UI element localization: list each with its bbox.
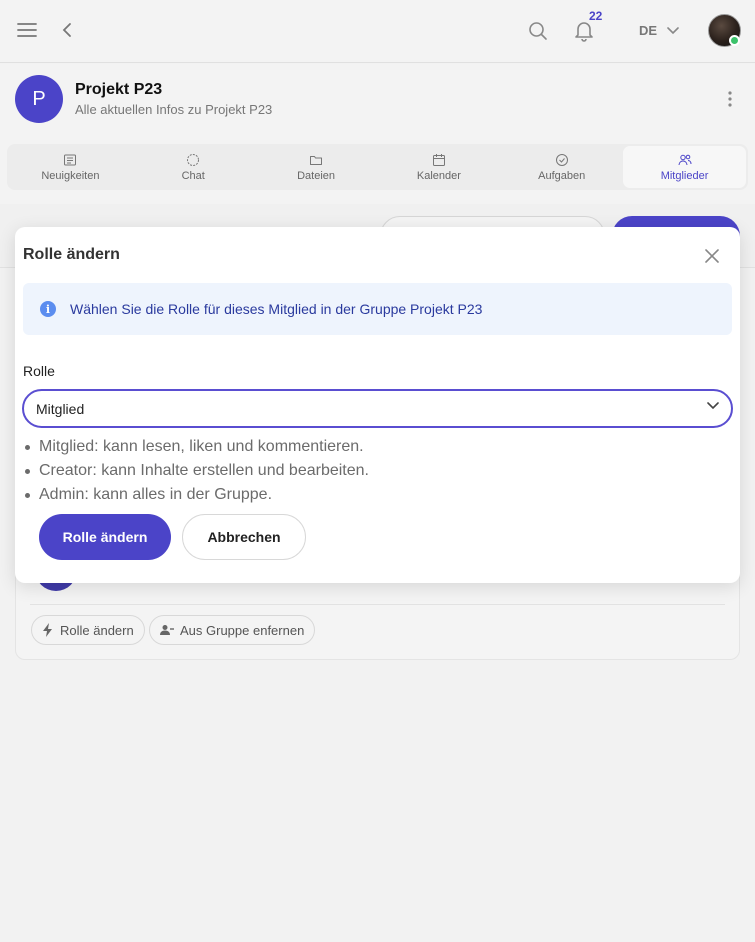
chip-label: Aus Gruppe enfernen <box>180 622 305 638</box>
task-check-icon <box>555 153 568 166</box>
list-item: Admin: kann alles in der Gruppe. <box>25 483 369 507</box>
tab-mitglieder[interactable]: Mitglieder <box>623 146 746 188</box>
online-status-dot <box>729 35 740 46</box>
language-select[interactable]: DE <box>639 23 679 38</box>
group-title: Projekt P23 <box>75 81 163 98</box>
group-header: P Projekt P23 Alle aktuellen Infos zu Pr… <box>0 64 755 204</box>
chat-icon <box>187 153 200 166</box>
notification-badge: 22 <box>589 9 603 23</box>
tab-label: Aufgaben <box>538 169 586 182</box>
back-icon[interactable] <box>56 18 78 42</box>
dialog-title: Rolle ändern <box>23 246 120 263</box>
change-role-chip[interactable]: Rolle ändern <box>31 615 145 645</box>
calendar-icon <box>432 153 445 166</box>
role-descriptions: Mitglied: kann lesen, liken und kommenti… <box>25 435 369 507</box>
tab-label: Dateien <box>297 169 336 182</box>
role-select-value: Mitglied <box>36 400 85 417</box>
menu-icon[interactable] <box>14 17 40 43</box>
group-avatar: P <box>15 75 63 123</box>
language-label: DE <box>639 23 658 38</box>
more-options-icon[interactable] <box>720 88 740 110</box>
cancel-button[interactable]: Abbrechen <box>182 514 306 560</box>
members-icon <box>678 154 692 165</box>
chevron-down-icon <box>707 402 719 410</box>
group-tabs: Neuigkeiten Chat Dateien Kalender Aufgab… <box>7 144 748 190</box>
close-icon[interactable] <box>701 245 723 267</box>
tab-neuigkeiten[interactable]: Neuigkeiten <box>9 146 132 188</box>
folder-icon <box>310 155 323 165</box>
newspaper-icon <box>64 154 77 165</box>
tab-dateien[interactable]: Dateien <box>255 146 378 188</box>
role-field-label: Rolle <box>23 363 55 379</box>
group-subtitle: Alle aktuellen Infos zu Projekt P23 <box>75 102 273 117</box>
change-role-dialog: Rolle ändern i Wählen Sie die Rolle für … <box>15 227 740 583</box>
chevron-down-icon <box>667 26 679 34</box>
info-icon: i <box>40 301 56 317</box>
search-icon[interactable] <box>525 18 551 44</box>
remove-from-group-chip[interactable]: Aus Gruppe enfernen <box>149 615 316 645</box>
list-item: Creator: kann Inhalte erstellen und bear… <box>25 459 369 483</box>
tab-label: Chat <box>181 169 205 182</box>
tab-aufgaben[interactable]: Aufgaben <box>500 146 623 188</box>
info-alert: i Wählen Sie die Rolle für dieses Mitgli… <box>23 283 732 335</box>
tab-label: Neuigkeiten <box>41 169 100 182</box>
tab-chat[interactable]: Chat <box>132 146 255 188</box>
list-item: Mitglied: kann lesen, liken und kommenti… <box>25 435 369 459</box>
lightning-icon <box>43 623 52 637</box>
chip-label: Rolle ändern <box>60 622 134 638</box>
tab-label: Mitglieder <box>660 169 709 182</box>
top-bar: 22 DE <box>0 0 755 63</box>
info-text: Wählen Sie die Rolle für dieses Mitglied… <box>70 301 483 317</box>
tab-kalender[interactable]: Kalender <box>377 146 500 188</box>
tab-label: Kalender <box>416 169 461 182</box>
divider <box>30 604 725 605</box>
role-select[interactable]: Mitglied <box>22 389 733 428</box>
user-remove-icon <box>160 625 174 635</box>
confirm-change-role-button[interactable]: Rolle ändern <box>39 514 171 560</box>
